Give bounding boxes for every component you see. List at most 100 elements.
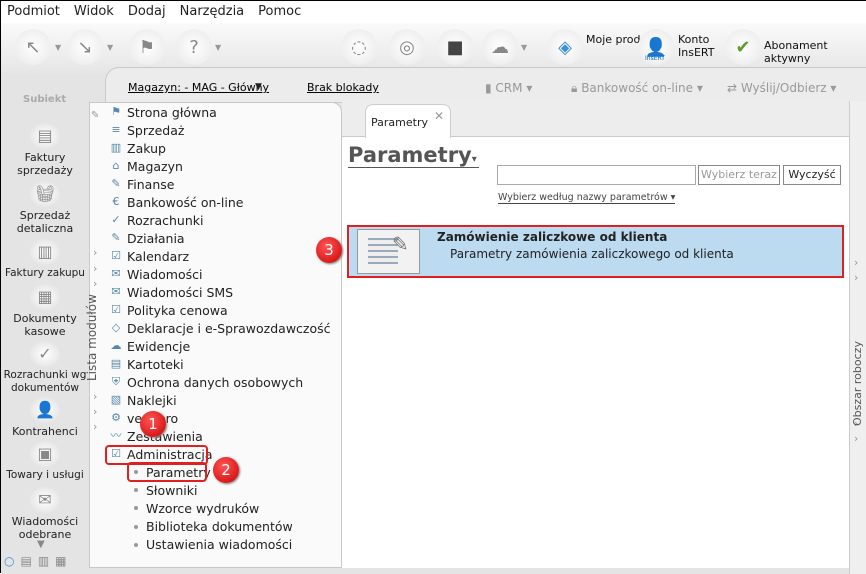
menu-dodaj[interactable]: Dodaj <box>128 4 166 20</box>
purchase-small-icon[interactable]: ▦ <box>55 554 66 568</box>
globe-icon[interactable]: ◎ <box>389 29 425 65</box>
clear-button[interactable]: Wyczyść <box>783 165 841 185</box>
module-icon: ☑ <box>111 249 121 262</box>
wyslij-odbierz-button[interactable]: ⇄ Wyślij/Odbierz ▾ <box>727 81 836 95</box>
nav-dokumenty-kasowe[interactable]: ▦ Dokumenty kasowe <box>1 284 89 338</box>
module-item[interactable]: ⌂ Magazyn <box>109 157 183 175</box>
module-label: Kartoteki <box>127 356 184 372</box>
module-icon: € <box>112 195 120 208</box>
loading-icon[interactable]: ◌ <box>341 29 377 65</box>
cash-register-icon: ▦ <box>30 284 60 310</box>
module-icon: ⚙ <box>111 411 121 424</box>
tab-parametry[interactable]: Parametry ✕ <box>365 104 451 138</box>
tab-label: Parametry <box>371 116 428 129</box>
submodule-item[interactable]: Ustawienia wiadomości <box>134 536 292 554</box>
item-description: Parametry zamówienia zaliczkowego od kli… <box>450 247 734 261</box>
chevron-right-icon[interactable]: › <box>854 256 858 269</box>
module-item[interactable]: ▤ Kartoteki <box>109 355 184 373</box>
search-input[interactable] <box>497 165 696 185</box>
back-icon[interactable]: ↖ <box>15 29 51 65</box>
nav-rozrachunki[interactable]: ✓ Rozrachunki wg dokumentów <box>1 341 89 395</box>
module-item[interactable]: ◇ Deklaracje i e-Sprawozdawczość <box>109 319 331 337</box>
box-icon[interactable]: ■ <box>437 29 473 65</box>
sort-by-dropdown[interactable]: Wybierz według nazwy parametrów ▾ <box>498 192 676 204</box>
submodule-item[interactable]: Biblioteka dokumentów <box>134 518 293 536</box>
nav-faktury-sprzedazy[interactable]: ▤ Faktury sprzedaży <box>1 123 89 177</box>
module-label: Wiadomości <box>127 266 203 282</box>
module-icon: ✎ <box>111 231 121 244</box>
submodule-item[interactable]: Słowniki <box>134 481 197 499</box>
chevron-right-icon[interactable]: › <box>93 420 97 433</box>
bullet-icon <box>134 488 138 493</box>
bankowosc-button[interactable]: 🔒︎ Bankowość on-line ▾ <box>571 81 703 96</box>
menu-widok[interactable]: Widok <box>74 4 114 20</box>
nav-towary-uslugi[interactable]: ▣ Towary i usługi <box>1 441 89 482</box>
help-icon[interactable]: ? <box>176 29 212 65</box>
basket-icon: 🧺︎ <box>30 181 60 207</box>
module-item[interactable]: ✎ Działania <box>109 229 185 247</box>
menu-pomoc[interactable]: Pomoc <box>258 4 301 20</box>
module-label: Zestawienia <box>127 428 203 444</box>
submodule-label: Ustawienia wiadomości <box>146 537 293 553</box>
konto-insert-button[interactable]: Konto InsERT <box>678 33 718 59</box>
module-item[interactable]: € Bankowość on-line <box>109 193 244 211</box>
item-title: Zamówienie zaliczkowe od klienta <box>437 230 668 244</box>
magazyn-selector[interactable]: Magazyn: - MAG - Główny <box>128 81 269 94</box>
bullet-icon <box>134 524 138 529</box>
chevron-right-icon[interactable]: › <box>93 262 97 275</box>
coins-icon[interactable]: ▤ <box>20 554 31 568</box>
menu-narzedzia[interactable]: Narzędzia <box>180 4 245 20</box>
shield-check-icon[interactable]: ✔ <box>725 29 761 65</box>
module-label: Działania <box>127 230 185 246</box>
brak-blokady-link[interactable]: Brak blokady <box>307 81 379 94</box>
basket-small-icon[interactable]: ▥ <box>38 554 49 568</box>
module-item[interactable]: ▧ Naklejki <box>109 391 177 409</box>
products-icon[interactable]: ◈ <box>547 29 583 65</box>
module-item[interactable]: ☁ Ewidencje <box>109 337 191 355</box>
nav-faktury-zakupu[interactable]: ▥ Faktury zakupu <box>1 239 89 280</box>
bullet-icon <box>134 506 138 511</box>
abonament-status[interactable]: Abonament aktywny <box>764 39 866 65</box>
nav-kontrahenci[interactable]: 👤 Kontrahenci <box>1 397 89 438</box>
select-now-button[interactable]: Wybierz teraz <box>698 165 780 185</box>
module-item[interactable]: ☑ Polityka cenowa <box>109 301 228 319</box>
workspace-sidebar[interactable] <box>849 101 866 574</box>
close-icon[interactable]: ✕ <box>434 109 444 123</box>
step-badge-2: 2 <box>213 457 239 483</box>
module-item[interactable]: ✉ Wiadomości <box>109 265 202 283</box>
submodule-item[interactable]: Wzorce wydruków <box>134 499 259 517</box>
chevron-right-icon[interactable]: › <box>93 390 97 403</box>
crm-button[interactable]: ▮ CRM ▾ <box>485 81 532 95</box>
nav-wiadomosci-odebrane[interactable]: ✉ Wiadomości odebrane <box>1 487 89 541</box>
module-item[interactable]: ☑ Kalendarz <box>109 247 189 265</box>
cloud-icon[interactable]: ☁ <box>482 29 518 65</box>
module-item[interactable]: ≡ Sprzedaż <box>109 121 184 139</box>
flag-icon[interactable]: ⚑ <box>129 29 165 65</box>
module-item[interactable]: ✉ Wiadomości SMS <box>109 283 233 301</box>
module-item[interactable]: ✎ Finanse <box>109 175 174 193</box>
page-title[interactable]: Parametry▾ <box>348 143 479 168</box>
module-icon: ☁ <box>110 339 122 352</box>
insert-logo: InsERT <box>645 55 665 62</box>
product-icon: ▣ <box>30 441 60 467</box>
chevron-right-icon[interactable]: › <box>93 405 97 418</box>
module-icon: 〰 <box>110 429 122 442</box>
chevron-right-icon[interactable]: › <box>854 271 858 284</box>
module-icon: ≡ <box>111 123 121 136</box>
chevron-right-icon[interactable]: › <box>93 246 97 259</box>
chevron-right-icon[interactable]: › <box>93 277 97 290</box>
chevron-down-icon: ▼ <box>255 82 262 92</box>
chevron-right-icon[interactable]: › <box>854 432 858 445</box>
module-item[interactable]: ▥ Zakup <box>109 139 166 157</box>
pin-icon[interactable]: ✎ <box>91 110 99 121</box>
menu-podmiot[interactable]: Podmiot <box>7 4 60 20</box>
module-item[interactable]: ⚑ Strona główna <box>109 103 217 121</box>
scroll-down-icon[interactable]: ▼ <box>37 539 45 550</box>
nav-sprzedaz-detaliczna[interactable]: 🧺︎ Sprzedaż detaliczna <box>1 181 89 235</box>
circle-icon[interactable]: ○ <box>4 554 14 568</box>
module-item[interactable]: ⛨ Ochrona danych osobowych <box>109 373 303 391</box>
module-item[interactable]: ✓ Rozrachunki <box>109 211 203 229</box>
module-icon: ✓ <box>111 213 121 226</box>
forward-icon[interactable]: ↘ <box>67 29 103 65</box>
purchase-icon: ▥ <box>30 239 60 265</box>
